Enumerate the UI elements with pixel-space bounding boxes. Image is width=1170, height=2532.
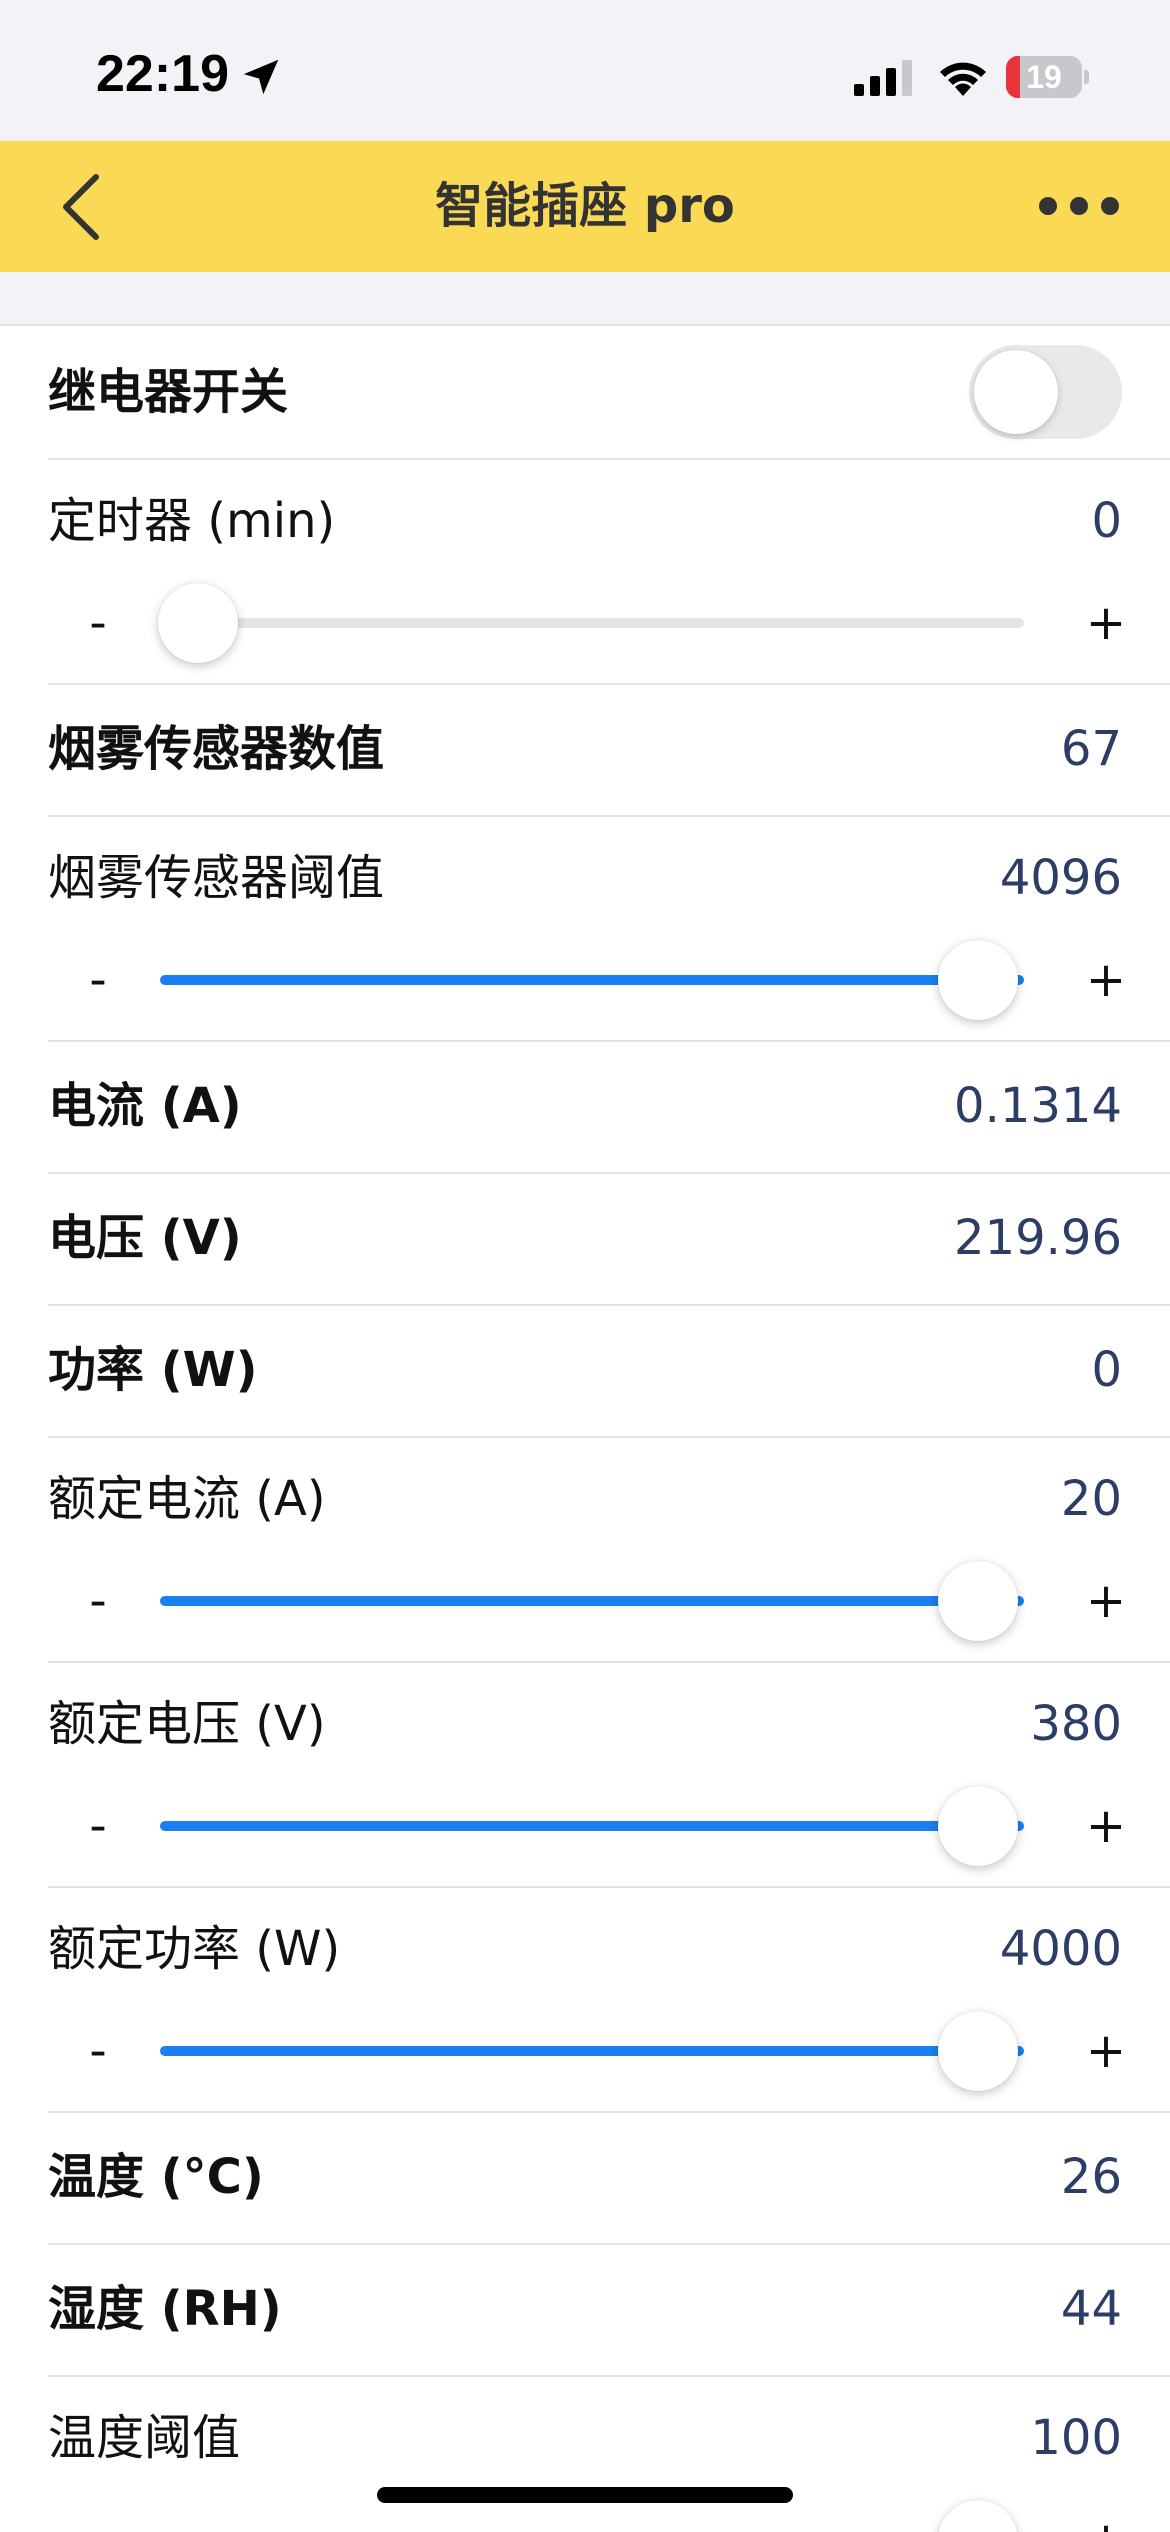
increment-button[interactable]: + bbox=[1084, 2011, 1128, 2091]
row-voltage: 电压 (V) 219.96 bbox=[0, 1172, 1170, 1306]
slider-track[interactable] bbox=[160, 2046, 1024, 2056]
row-label: 湿度 (RH) bbox=[48, 2281, 282, 2337]
battery-nub bbox=[1084, 70, 1089, 84]
row-label: 温度阈值 bbox=[48, 2410, 241, 2466]
increment-button[interactable]: + bbox=[1084, 583, 1128, 663]
row-timer: 定时器 (min) 0 - + bbox=[0, 458, 1170, 685]
row-smoke-value: 烟雾传感器数值 67 bbox=[0, 683, 1170, 817]
row-current: 电流 (A) 0.1314 bbox=[0, 1040, 1170, 1174]
row-temperature: 温度 (°C) 26 bbox=[0, 2111, 1170, 2245]
slider-track[interactable] bbox=[160, 1596, 1024, 1606]
battery-percent: 19 bbox=[1026, 59, 1062, 95]
row-power: 功率 (W) 0 bbox=[0, 1304, 1170, 1438]
slider-fill bbox=[160, 975, 1024, 985]
row-label: 功率 (W) bbox=[48, 1342, 258, 1398]
row-label: 烟雾传感器数值 bbox=[48, 721, 385, 777]
status-time: 22:19 bbox=[96, 45, 229, 103]
increment-button[interactable]: + bbox=[1084, 1786, 1128, 1866]
cellular-signal-icon bbox=[854, 60, 912, 96]
slider-thumb[interactable] bbox=[938, 2011, 1018, 2091]
switch-knob bbox=[974, 350, 1058, 434]
row-temp-threshold: 温度阈值 100 - + bbox=[0, 2375, 1170, 2532]
row-smoke-threshold: 烟雾传感器阈值 4096 - + bbox=[0, 815, 1170, 1042]
row-label: 定时器 (min) bbox=[48, 493, 336, 549]
row-value: 0.1314 bbox=[954, 1078, 1122, 1134]
decrement-button[interactable]: - bbox=[78, 2011, 118, 2091]
row-value: 20 bbox=[1060, 1471, 1122, 1527]
slider-thumb[interactable] bbox=[158, 583, 238, 663]
row-value: 4000 bbox=[999, 1921, 1122, 1977]
battery-body: 19 bbox=[1006, 56, 1082, 98]
slider-thumb[interactable] bbox=[938, 940, 1018, 1020]
decrement-button[interactable]: - bbox=[78, 1561, 118, 1641]
slider-track[interactable] bbox=[160, 1821, 1024, 1831]
row-label: 额定功率 (W) bbox=[48, 1921, 341, 1977]
row-label: 额定电流 (A) bbox=[48, 1471, 326, 1527]
status-bar: 22:19 19 bbox=[0, 0, 1170, 141]
back-button[interactable] bbox=[40, 161, 130, 251]
row-label: 额定电压 (V) bbox=[48, 1696, 326, 1752]
slider-thumb[interactable] bbox=[938, 1786, 1018, 1866]
row-label: 电压 (V) bbox=[48, 1210, 242, 1266]
slider-track[interactable] bbox=[160, 975, 1024, 985]
row-value: 4096 bbox=[999, 850, 1122, 906]
chevron-left-icon bbox=[63, 174, 99, 240]
row-value: 380 bbox=[1030, 1696, 1122, 1752]
settings-list: 继电器开关定时器 (min) 0 - + 烟雾传感器数值 67 烟雾传感器阈值 4096 - + 电… bbox=[0, 326, 1170, 2532]
row-label: 温度 (°C) bbox=[48, 2149, 264, 2205]
increment-button[interactable]: + bbox=[1084, 1561, 1128, 1641]
increment-button[interactable]: + bbox=[1084, 940, 1128, 1020]
slider-thumb[interactable] bbox=[938, 1561, 1018, 1641]
row-relay: 继电器开关 bbox=[0, 326, 1170, 460]
more-button[interactable] bbox=[1020, 171, 1140, 241]
row-rated-current: 额定电流 (A) 20 - + bbox=[0, 1436, 1170, 1663]
navigation-bar: 智能插座 pro bbox=[0, 141, 1170, 272]
row-label: 继电器开关 bbox=[48, 364, 289, 420]
decrement-button[interactable]: - bbox=[78, 1786, 118, 1866]
slider-fill bbox=[160, 1596, 1024, 1606]
slider-thumb[interactable] bbox=[938, 2500, 1018, 2532]
decrement-button[interactable]: - bbox=[78, 583, 118, 663]
wifi-icon bbox=[940, 62, 986, 96]
ellipsis-icon bbox=[1039, 197, 1119, 215]
slider-fill bbox=[160, 2046, 1024, 2056]
battery-icon: 19 bbox=[1006, 56, 1089, 98]
decrement-button[interactable]: - bbox=[78, 940, 118, 1020]
row-value: 0 bbox=[1091, 493, 1122, 549]
location-arrow-icon bbox=[243, 59, 279, 95]
page-title: 智能插座 pro bbox=[435, 178, 735, 234]
row-value: 0 bbox=[1091, 1342, 1122, 1398]
row-value: 26 bbox=[1060, 2149, 1122, 2205]
row-label: 电流 (A) bbox=[48, 1078, 242, 1134]
slider-track[interactable] bbox=[160, 618, 1024, 628]
row-rated-power: 额定功率 (W) 4000 - + bbox=[0, 1886, 1170, 2113]
row-label: 烟雾传感器阈值 bbox=[48, 850, 385, 906]
relay-toggle-switch[interactable] bbox=[969, 345, 1122, 439]
row-value: 219.96 bbox=[954, 1210, 1122, 1266]
slider-fill bbox=[160, 1821, 1024, 1831]
row-value: 67 bbox=[1060, 721, 1122, 777]
row-value: 44 bbox=[1060, 2281, 1122, 2337]
section-gap bbox=[0, 272, 1170, 326]
row-value: 100 bbox=[1030, 2410, 1122, 2466]
decrement-button[interactable]: - bbox=[78, 2500, 118, 2532]
home-indicator[interactable] bbox=[377, 2487, 793, 2503]
row-rated-voltage: 额定电压 (V) 380 - + bbox=[0, 1661, 1170, 1888]
increment-button[interactable]: + bbox=[1084, 2500, 1128, 2532]
row-humidity: 湿度 (RH) 44 bbox=[0, 2243, 1170, 2377]
